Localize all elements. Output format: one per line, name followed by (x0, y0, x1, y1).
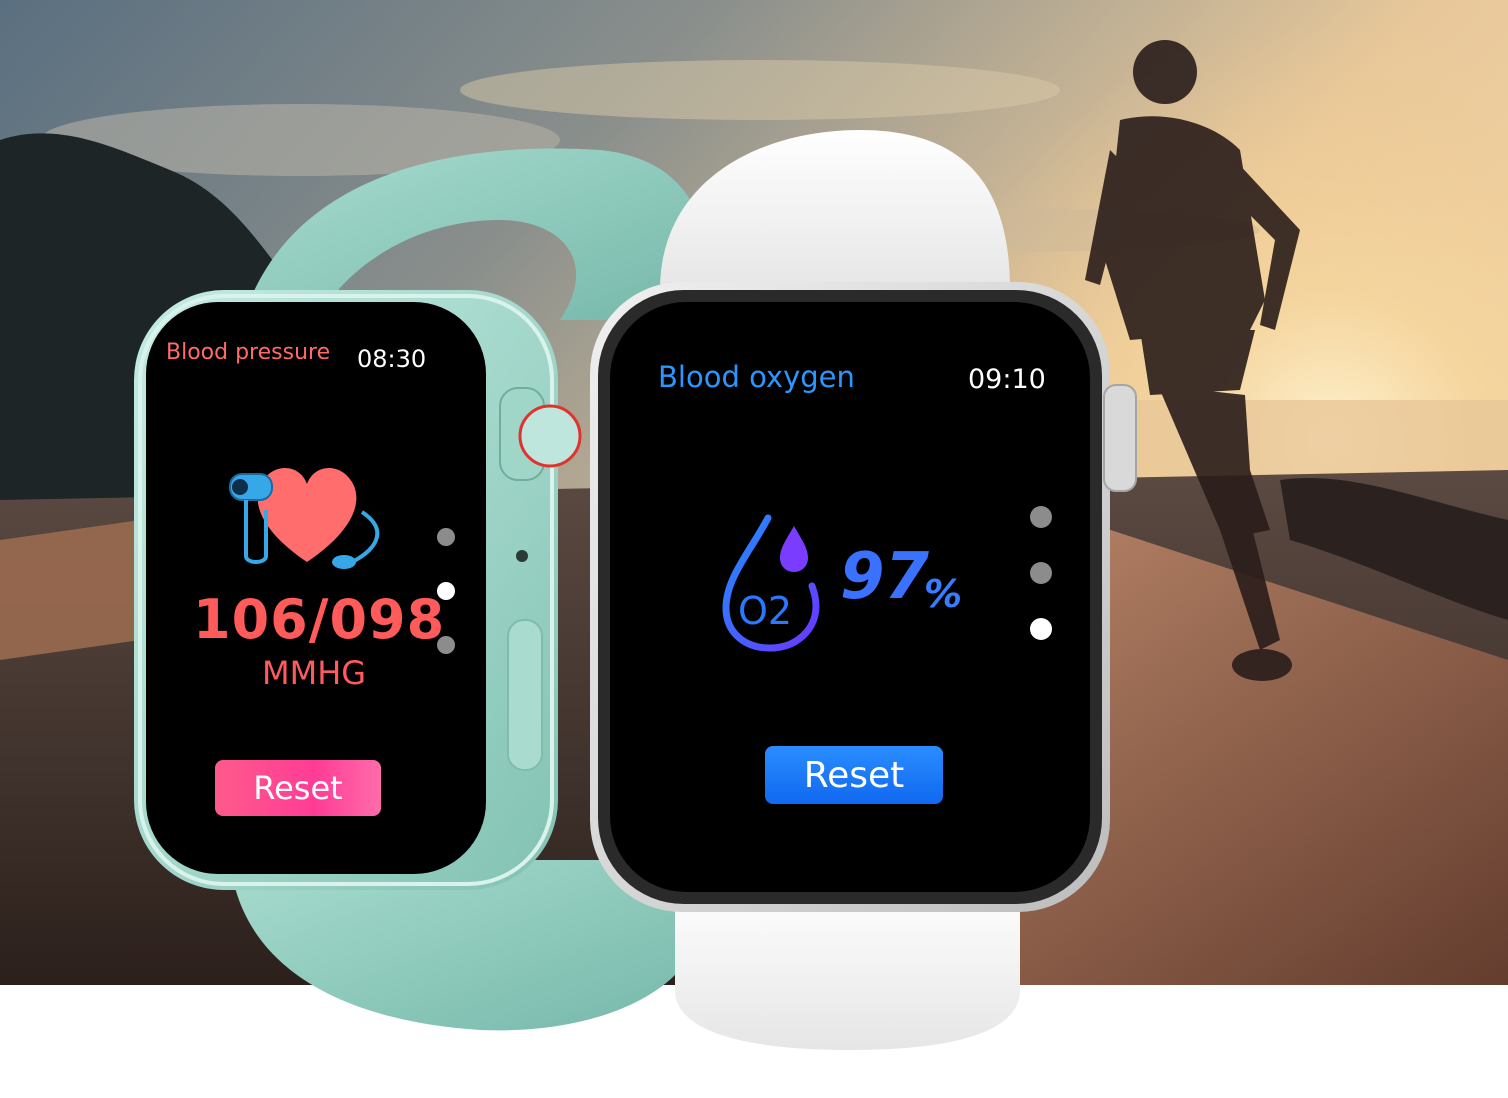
oxygen-title: Blood oxygen (658, 360, 855, 394)
bp-time: 08:30 (357, 345, 427, 373)
bp-page-indicator (436, 528, 458, 656)
oxygen-time: 09:10 (968, 364, 1046, 395)
page-dot-active[interactable] (437, 582, 455, 600)
oxygen-reset-button[interactable]: Reset (765, 746, 943, 804)
oxygen-drop-label: O2 (738, 589, 792, 633)
product-banner: Blood pressure 08:30 106/098 MMHG Reset … (0, 0, 1508, 1098)
oxygen-page-indicator (1030, 506, 1054, 640)
bp-unit: MMHG (262, 654, 367, 692)
oxygen-value: 97 (840, 540, 930, 614)
page-dot[interactable] (1030, 562, 1052, 584)
bp-reset-button[interactable]: Reset (215, 760, 381, 816)
page-dot[interactable] (437, 636, 455, 654)
blood-pressure-heart-icon (229, 467, 380, 569)
page-dot[interactable] (1030, 506, 1052, 528)
bp-title: Blood pressure (166, 340, 331, 365)
bp-reading: 106/098 (193, 588, 446, 651)
page-dot[interactable] (437, 528, 455, 546)
page-dot-active[interactable] (1030, 618, 1052, 640)
oxygen-drop-icon: O2 (722, 514, 820, 652)
oxygen-unit: % (924, 572, 963, 616)
